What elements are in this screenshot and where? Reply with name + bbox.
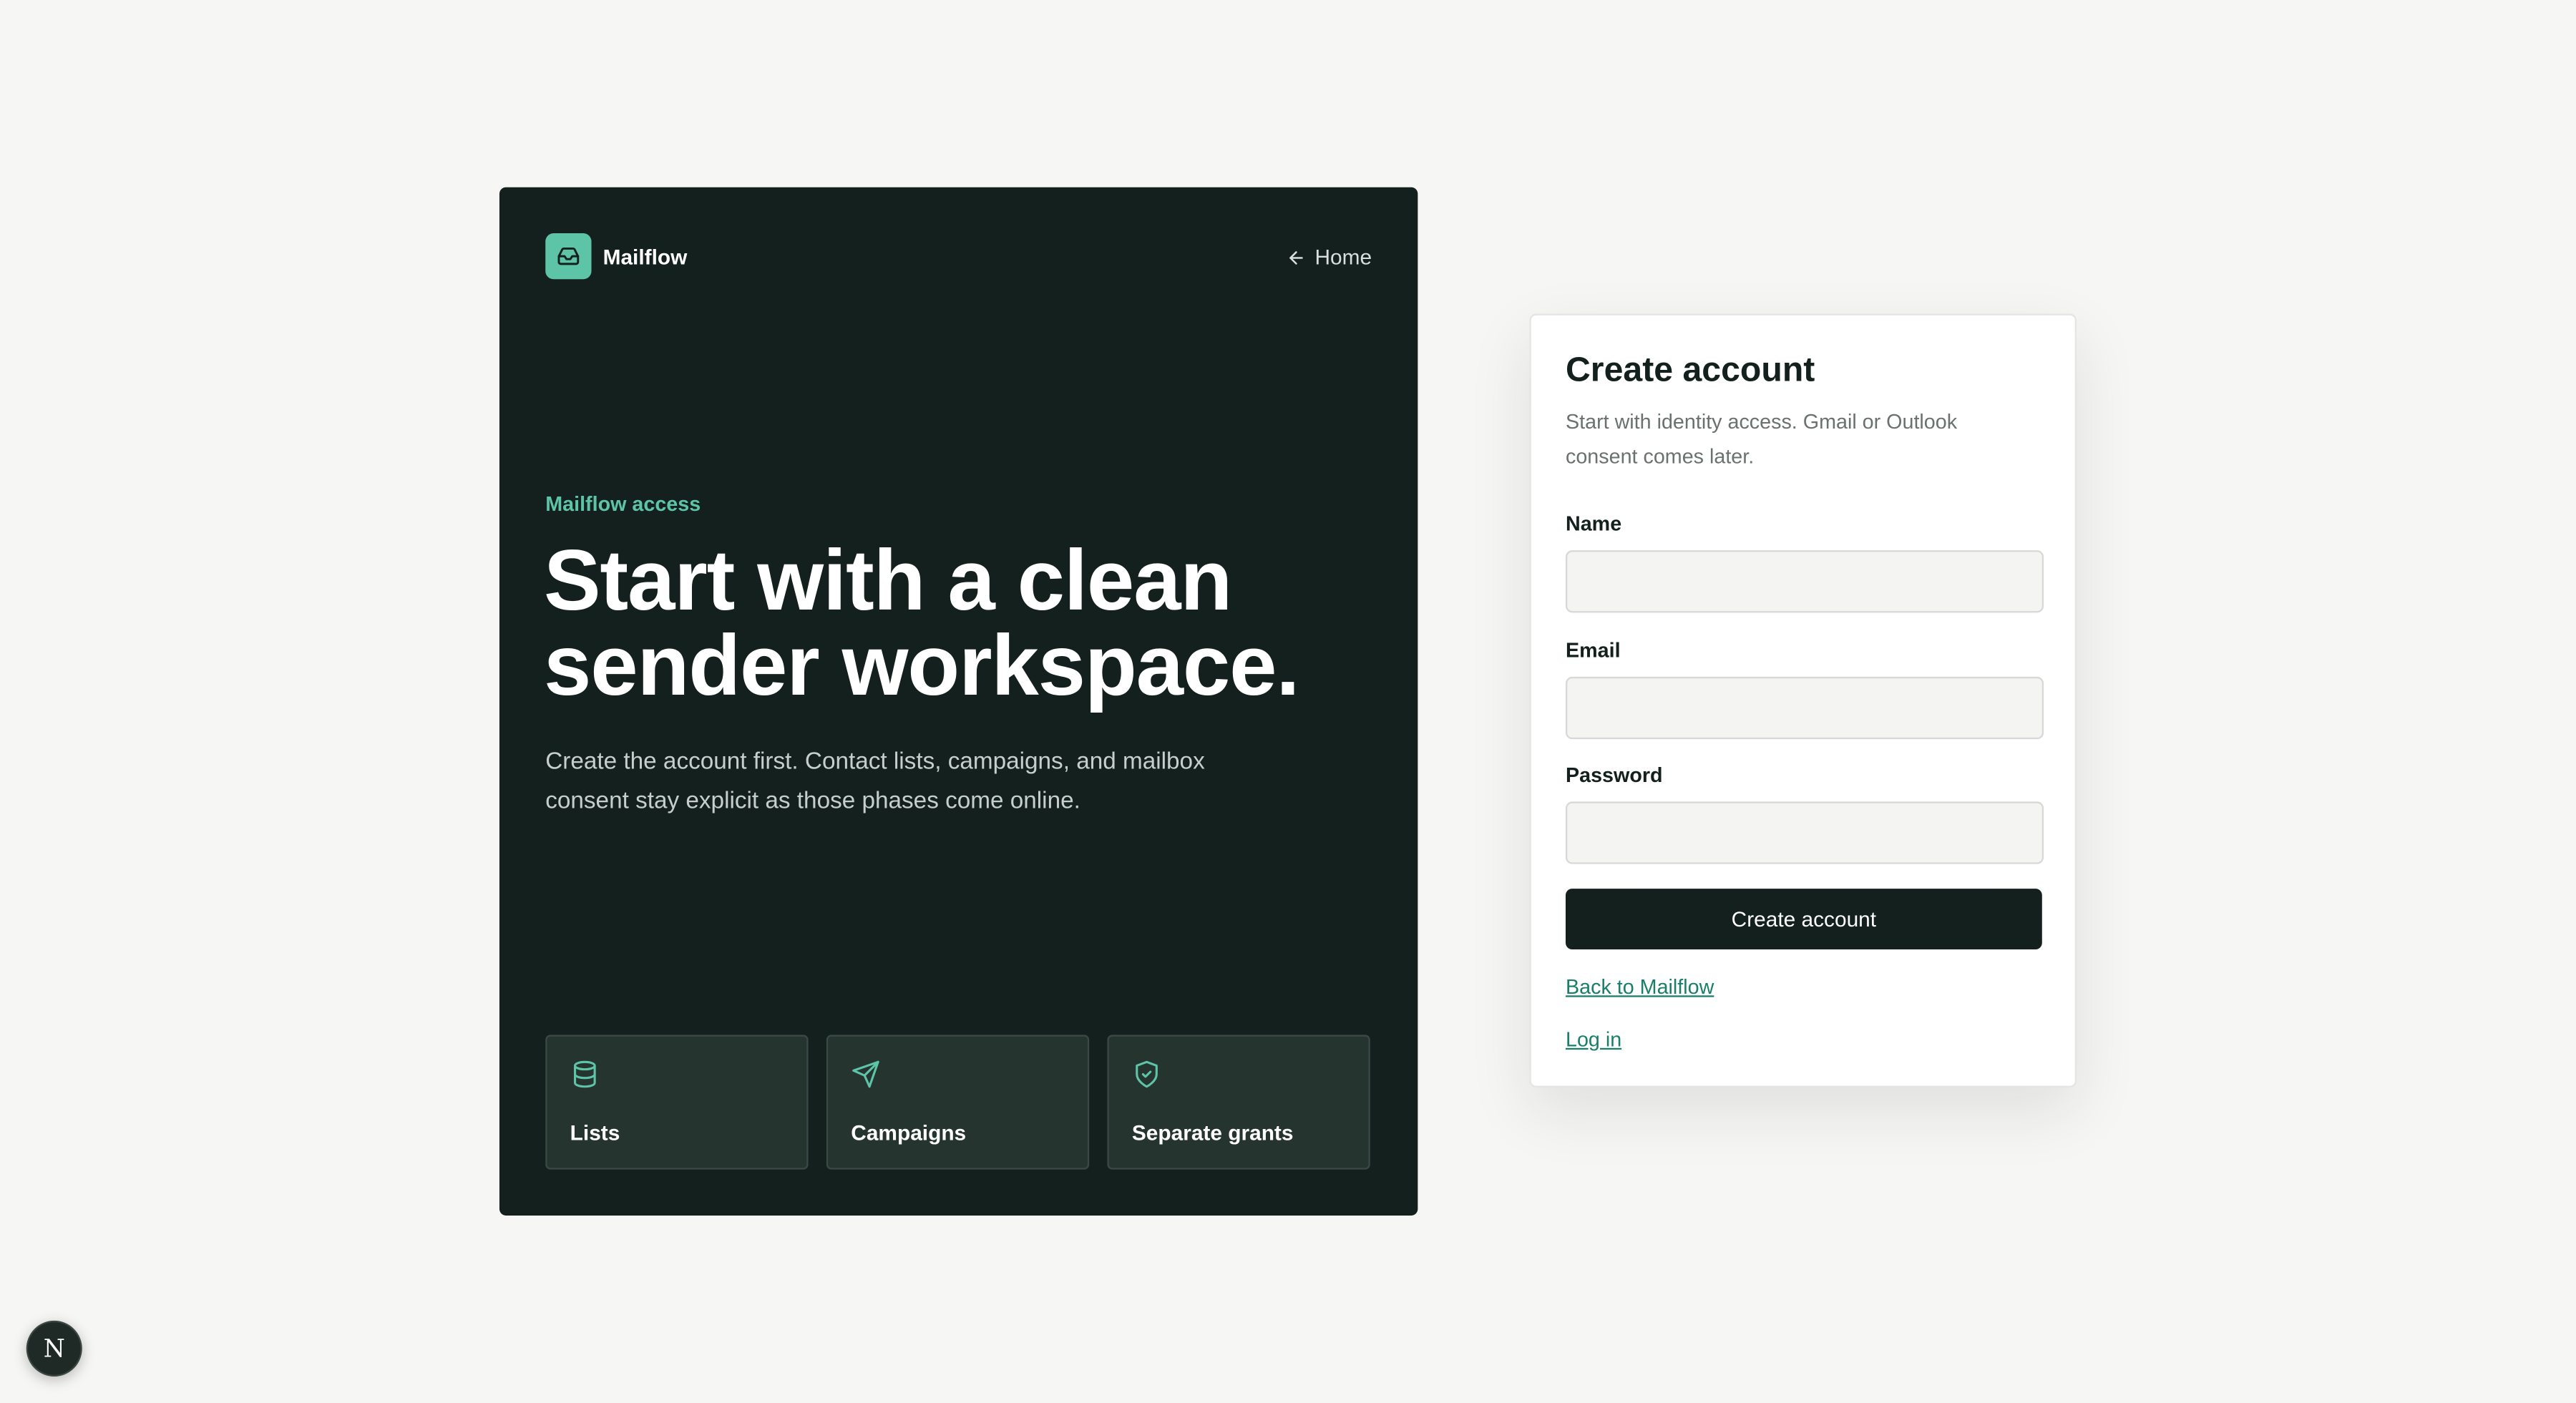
back-to-mailflow-link[interactable]: Back to Mailflow	[1566, 976, 1714, 999]
home-link-label: Home	[1314, 245, 1372, 270]
shield-check-icon	[1136, 1060, 1158, 1088]
signup-card: Create account Start with identity acces…	[1529, 313, 2077, 1087]
email-label: Email	[1565, 639, 1621, 663]
password-label: Password	[1565, 763, 1663, 787]
home-link[interactable]: Home	[1287, 245, 1372, 270]
feature-card-campaigns: Campaigns	[826, 1035, 1090, 1170]
dev-tools-button[interactable]: N	[26, 1320, 82, 1377]
hero-headline: Start with a clean sender workspace.	[543, 534, 1300, 715]
brand-name: Mailflow	[602, 243, 688, 269]
feature-label: Campaigns	[851, 1120, 967, 1145]
form-subtitle: Start with identity access. Gmail or Out…	[1565, 410, 1958, 469]
arrow-left-icon	[1289, 250, 1304, 264]
feature-card-lists: Lists	[545, 1035, 809, 1170]
email-field[interactable]	[1565, 676, 2044, 740]
hero-panel: Mailflow Home Mailflow access Start with…	[499, 187, 1418, 1216]
brand[interactable]: Mailflow	[545, 233, 688, 280]
password-field[interactable]	[1565, 801, 2044, 864]
signup-page: Mailflow Home Mailflow access Start with…	[0, 0, 2576, 1403]
feature-list: Lists Campaigns Separate grants	[545, 1035, 1370, 1170]
feature-card-separate-grants: Separate grants	[1107, 1035, 1370, 1170]
send-icon	[852, 1060, 879, 1088]
feature-label: Separate grants	[1131, 1120, 1294, 1145]
inbox-icon	[545, 233, 592, 280]
log-in-link[interactable]: Log in	[1566, 1028, 1621, 1051]
hero-description: Create the account first. Contact lists,…	[545, 748, 1205, 815]
database-icon	[574, 1060, 596, 1088]
feature-label: Lists	[570, 1120, 620, 1145]
create-account-button[interactable]: Create account	[1565, 889, 2042, 950]
eyebrow: Mailflow access	[545, 492, 701, 516]
form-title: Create account	[1565, 351, 1815, 390]
name-label: Name	[1565, 512, 1622, 536]
name-field[interactable]	[1565, 550, 2044, 613]
